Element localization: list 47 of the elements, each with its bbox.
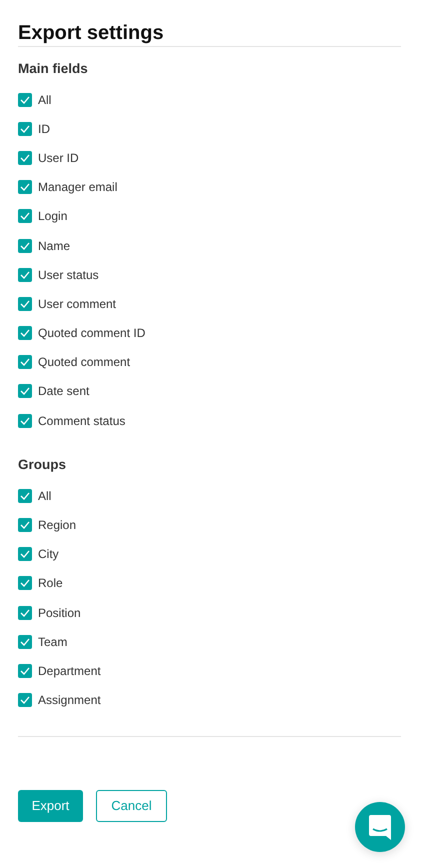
checkbox[interactable] [18, 384, 32, 398]
checkbox[interactable] [18, 576, 32, 590]
checkbox[interactable] [18, 664, 32, 678]
checkbox-label: Manager email [38, 180, 118, 194]
checkbox[interactable] [18, 296, 32, 311]
checkbox[interactable] [18, 518, 32, 532]
checkbox-label: Region [38, 518, 76, 532]
section-heading: Groups [18, 457, 68, 474]
checkbox[interactable] [18, 209, 32, 224]
checkbox-label: Role [38, 576, 63, 590]
checkbox-label: ID [38, 122, 50, 136]
checkbox[interactable] [18, 355, 32, 370]
checkbox-label: Department [38, 664, 101, 678]
checkbox-label: User ID [38, 150, 79, 165]
checkbox[interactable] [18, 414, 32, 428]
checkbox-label: Quoted comment ID [38, 326, 146, 340]
chat-button[interactable] [355, 802, 405, 852]
checkbox[interactable] [18, 122, 32, 136]
checkbox-label: Name [38, 238, 70, 253]
checkbox[interactable] [18, 606, 32, 620]
checkbox[interactable] [18, 92, 32, 107]
checkbox-label: City [38, 547, 59, 562]
checkbox[interactable] [18, 693, 32, 708]
checkbox-label: User comment [38, 296, 116, 311]
chat-bubble-icon [368, 814, 392, 840]
checkbox-label: All [38, 92, 52, 107]
checkbox-label: Assignment [38, 693, 101, 708]
checkbox-label: User status [38, 268, 99, 282]
checkbox-label: Date sent [38, 384, 90, 398]
checkbox-label: Position [38, 606, 81, 620]
checkbox[interactable] [18, 547, 32, 562]
export-button[interactable]: Export [18, 790, 83, 822]
checkbox[interactable] [18, 238, 32, 253]
checkbox-label: Team [38, 634, 68, 649]
checkbox[interactable] [18, 180, 32, 194]
panel-title: Export settings [18, 0, 401, 47]
section-heading: Main fields [18, 61, 89, 78]
checkbox-label: Comment status [38, 414, 126, 428]
checkbox-label: Login [38, 209, 68, 224]
checkbox[interactable] [18, 268, 32, 282]
cancel-button[interactable]: Cancel [96, 790, 167, 822]
checkbox-label: All [38, 488, 52, 503]
checkbox[interactable] [18, 488, 32, 503]
checkbox[interactable] [18, 150, 32, 165]
checkbox[interactable] [18, 634, 32, 649]
checkbox-label: Quoted comment [38, 355, 130, 370]
checkbox[interactable] [18, 326, 32, 340]
